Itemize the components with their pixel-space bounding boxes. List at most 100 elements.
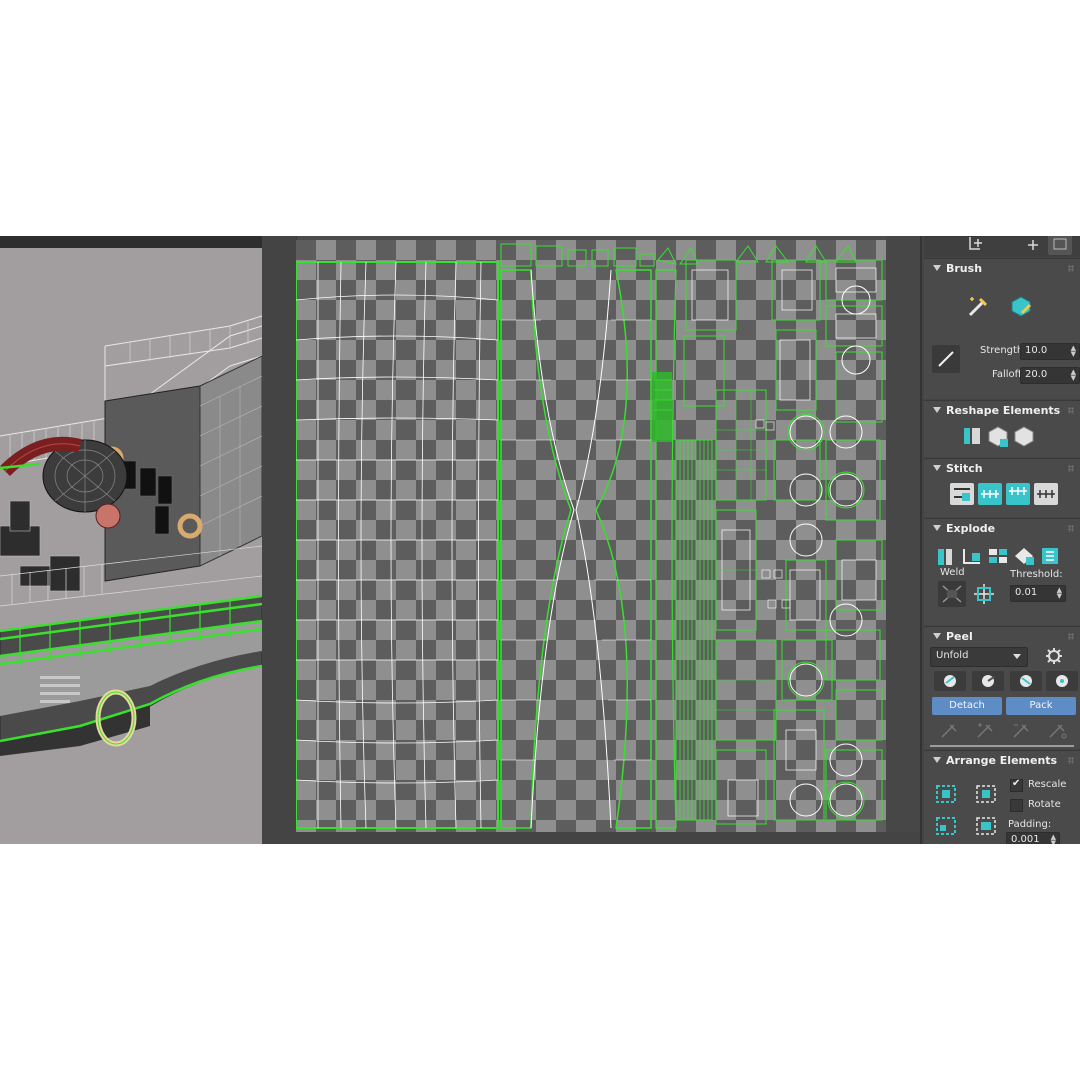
reshape-rollout-header[interactable]: Reshape Elements: [924, 401, 1080, 421]
falloff-value: 20.0: [1025, 369, 1048, 380]
pack-button[interactable]: Pack: [1006, 697, 1076, 715]
peel-reset-icon[interactable]: [1010, 671, 1042, 691]
peel-pins-icon[interactable]: [1046, 671, 1078, 691]
peel-rollout-header[interactable]: Peel: [924, 627, 1080, 647]
relax-brush-icon[interactable]: [1008, 293, 1034, 319]
uv-checker-canvas[interactable]: [296, 240, 886, 832]
paint-brush-icon[interactable]: [964, 293, 990, 319]
uv-island-top-row[interactable]: [500, 243, 857, 267]
pin-toggle-icon[interactable]: [1042, 721, 1072, 741]
rescale-elements-icon[interactable]: [974, 815, 998, 837]
explode-checker-icon[interactable]: [1012, 545, 1036, 567]
rotate-label: Rotate: [1028, 799, 1061, 810]
uv-editor-window: Brush Strength: 10.0 ▲ ▼ Falloff: 20.0 ▲ ▼: [0, 236, 1080, 844]
3d-viewport[interactable]: [0, 236, 262, 844]
peel-mode-dropdown[interactable]: Unfold: [930, 647, 1028, 667]
stitch-to-target-icon[interactable]: [950, 483, 974, 505]
straighten-icon[interactable]: [960, 425, 984, 447]
uv-islands[interactable]: [296, 240, 886, 832]
pin-icon[interactable]: [934, 721, 964, 741]
detach-button[interactable]: Detach: [932, 697, 1002, 715]
brush-rollout: Brush Strength: 10.0 ▲ ▼ Falloff: 20.0 ▲ ▼: [924, 258, 1080, 399]
pack-together-icon[interactable]: [974, 783, 998, 805]
falloff-spinner[interactable]: 20.0 ▲ ▼: [1020, 367, 1080, 384]
chevron-down-icon: [1013, 654, 1021, 659]
threshold-spinner[interactable]: 0.01 ▲ ▼: [1010, 585, 1066, 602]
ship-wireframe-model[interactable]: [0, 236, 262, 844]
reshape-title: Reshape Elements: [946, 404, 1061, 417]
flatten-icon[interactable]: [986, 545, 1010, 567]
grip-icon[interactable]: [1068, 633, 1074, 640]
grip-icon[interactable]: [1068, 407, 1074, 414]
pack-normalize-icon[interactable]: [934, 783, 958, 805]
threshold-value: 0.01: [1015, 587, 1038, 598]
arrange-elements-rollout: Arrange Elements Rescale Rotate Padding:…: [924, 750, 1080, 844]
rescale-checkbox[interactable]: [1010, 778, 1023, 792]
explode-rollout-header[interactable]: Explode: [924, 519, 1080, 539]
stitch-custom-icon[interactable]: [1034, 483, 1058, 505]
pin-remove-icon[interactable]: [1006, 721, 1036, 741]
uv-island-main-panel[interactable]: [296, 261, 499, 829]
add-icon[interactable]: [1020, 236, 1044, 255]
collapse-triangle-icon: [933, 465, 941, 471]
relax-icon[interactable]: [986, 425, 1010, 447]
top-toolbar: [924, 236, 1080, 257]
pack-custom-icon[interactable]: [934, 815, 958, 837]
uv-left-ruler: [262, 236, 297, 844]
stitch-average-icon[interactable]: [978, 483, 1002, 505]
rescale-label: Rescale: [1028, 779, 1067, 790]
collapse-triangle-icon: [933, 407, 941, 413]
peel-quick-icon[interactable]: [934, 671, 966, 691]
grip-icon[interactable]: [1068, 265, 1074, 272]
brush-stroke-icon[interactable]: [932, 345, 960, 373]
brush-title: Brush: [946, 262, 983, 275]
detach-edge-icon[interactable]: [960, 545, 984, 567]
break-icon[interactable]: [934, 545, 958, 567]
spinner-arrows-icon[interactable]: ▲ ▼: [1051, 834, 1056, 845]
padding-spinner[interactable]: 0.001 ▲ ▼: [1006, 832, 1060, 844]
stitch-rollout: Stitch: [924, 458, 1080, 517]
arrange-title: Arrange Elements: [946, 754, 1058, 767]
strength-spinner[interactable]: 10.0 ▲ ▼: [1020, 343, 1080, 360]
collapse-triangle-icon: [933, 525, 941, 531]
uv-editor-viewport[interactable]: [262, 236, 920, 844]
spinner-arrows-icon[interactable]: ▲ ▼: [1071, 369, 1076, 382]
collapse-triangle-icon: [933, 265, 941, 271]
peel-settings-gear-icon[interactable]: [1042, 645, 1066, 667]
padding-label: Padding:: [1008, 819, 1052, 830]
stitch-to-source-icon[interactable]: [1006, 483, 1030, 505]
select-add-icon[interactable]: [964, 236, 988, 255]
weld-selected-icon[interactable]: [938, 581, 966, 607]
threshold-label: Threshold:: [1010, 569, 1063, 580]
pin-add-icon[interactable]: [970, 721, 1000, 741]
spinner-arrows-icon[interactable]: ▲ ▼: [1071, 345, 1076, 358]
explode-rollout: Explode Weld Threshold: 0.01 ▲ ▼: [924, 518, 1080, 625]
relax-cube-icon[interactable]: [1012, 425, 1036, 447]
spinner-arrows-icon[interactable]: ▲ ▼: [1057, 587, 1062, 600]
brush-rollout-header[interactable]: Brush: [924, 259, 1080, 279]
peel-mode-value: Unfold: [936, 650, 969, 661]
collapse-triangle-icon: [933, 633, 941, 639]
uv-island-hull-strips[interactable]: [500, 269, 677, 829]
peel-mode-icon[interactable]: [972, 671, 1004, 691]
grip-icon[interactable]: [1068, 525, 1074, 532]
collapse-triangle-icon: [933, 757, 941, 763]
weld-target-icon[interactable]: [970, 581, 998, 607]
rotate-checkbox[interactable]: [1010, 799, 1023, 812]
grip-icon[interactable]: [1068, 757, 1074, 764]
explode-stack-icon[interactable]: [1038, 545, 1062, 567]
peel-rollout: Peel Unfold Detach Pack: [924, 626, 1080, 749]
reshape-elements-rollout: Reshape Elements: [924, 400, 1080, 457]
peel-title: Peel: [946, 630, 973, 643]
explode-title: Explode: [946, 522, 996, 535]
stitch-rollout-header[interactable]: Stitch: [924, 459, 1080, 479]
uv-island-dense-parts[interactable]: [652, 259, 883, 825]
weld-label: Weld: [940, 567, 965, 578]
uv-canvas-right-edge: [886, 236, 920, 844]
arrange-rollout-header[interactable]: Arrange Elements: [924, 751, 1080, 771]
strength-value: 10.0: [1025, 345, 1048, 356]
unwrap-tools-panel: Brush Strength: 10.0 ▲ ▼ Falloff: 20.0 ▲ ▼: [920, 236, 1080, 844]
padding-value: 0.001: [1011, 834, 1040, 844]
grid-icon[interactable]: [1048, 236, 1072, 255]
grip-icon[interactable]: [1068, 465, 1074, 472]
